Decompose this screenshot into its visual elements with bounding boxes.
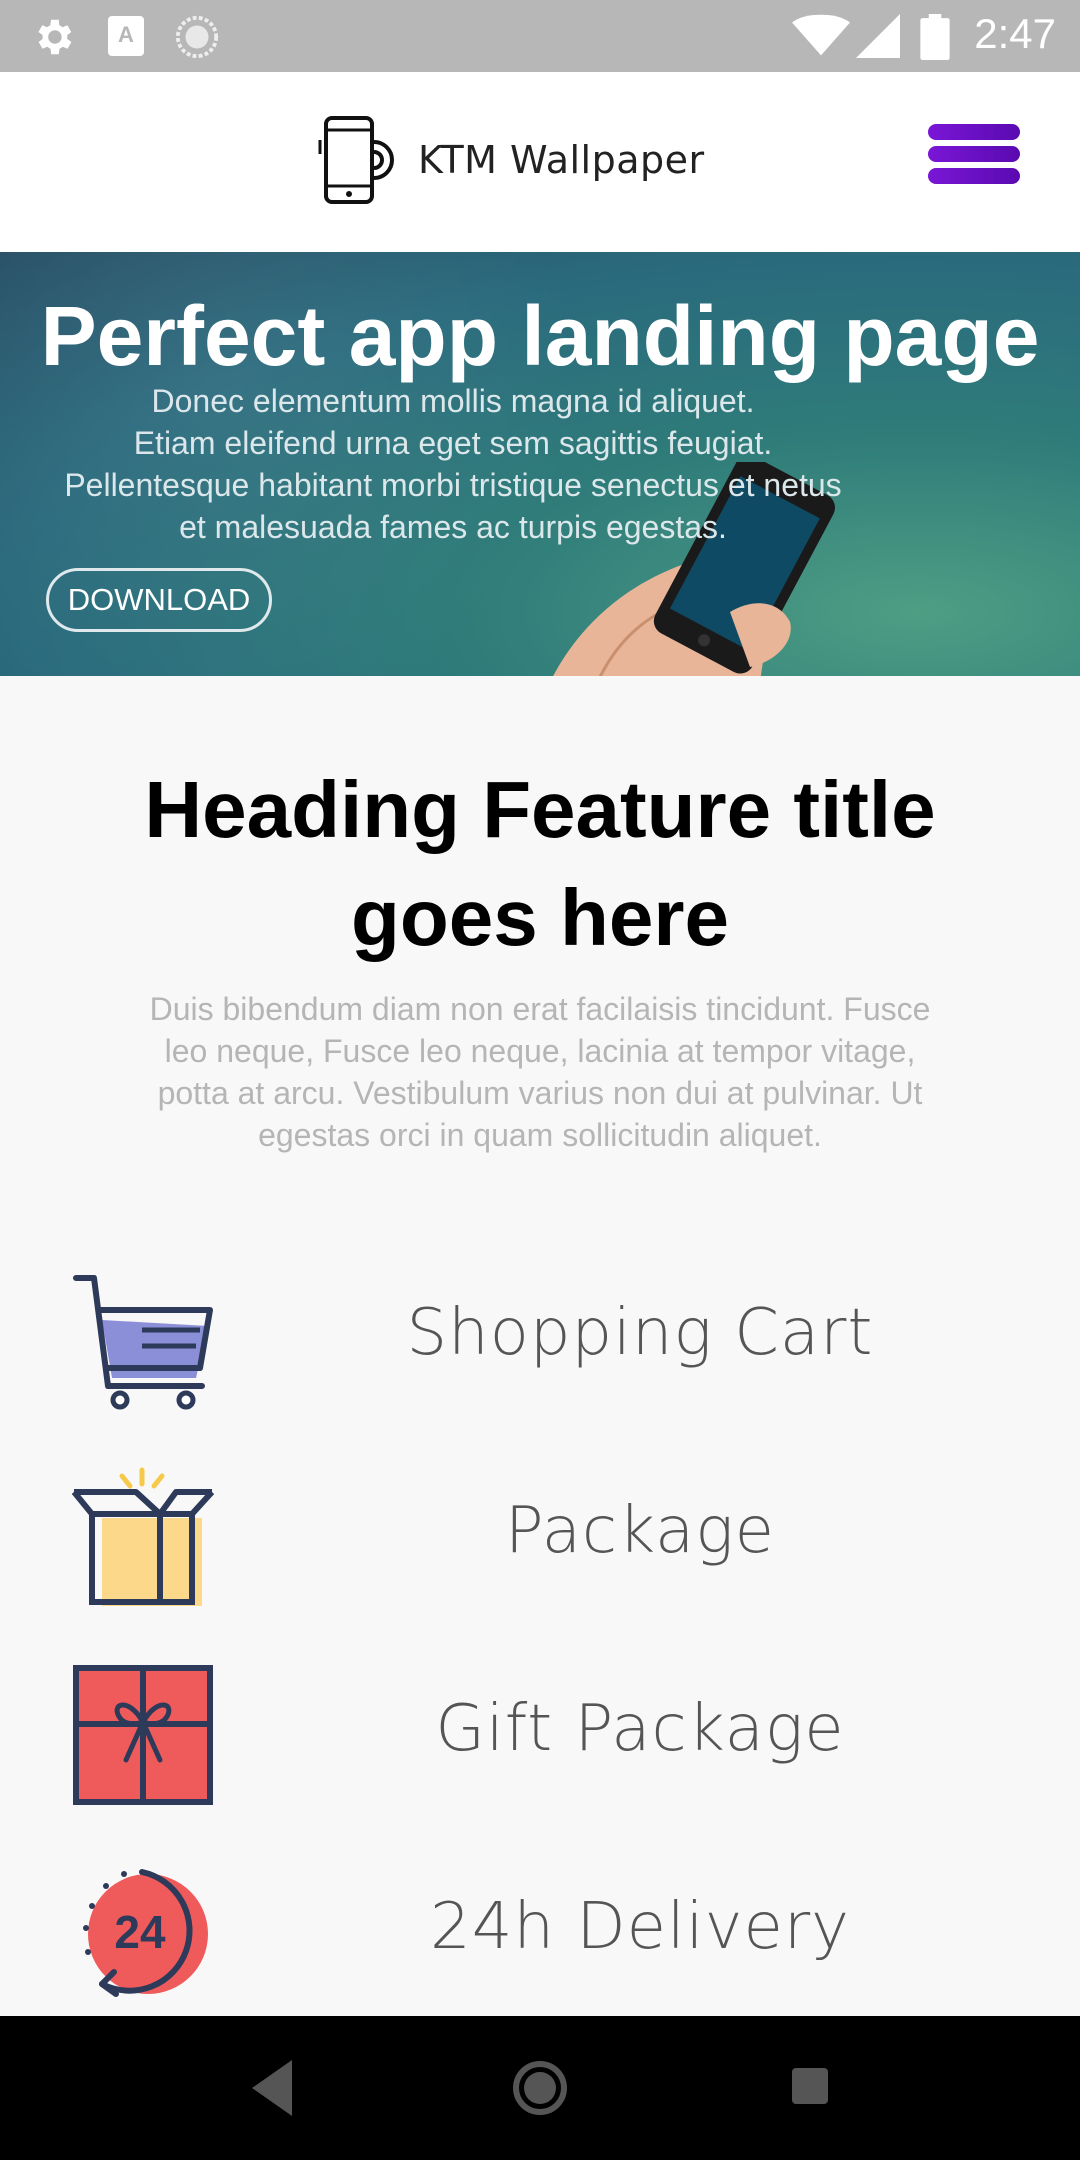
feature-label: Package <box>504 1494 776 1568</box>
feature-label: 24h Delivery <box>430 1890 850 1964</box>
hero-title: Perfect app landing page <box>40 289 1040 383</box>
app-logo[interactable]: KTM Wallpaper <box>318 114 705 206</box>
feature-label: Shopping Cart <box>406 1296 874 1370</box>
svg-text:24: 24 <box>114 1906 166 1958</box>
hero-subtitle-line: Etiam eleifend urna eget sem sagittis fe… <box>133 425 773 461</box>
menu-bar-icon <box>928 168 1020 184</box>
feature-description-line: egestas orci in quam sollicitudin alique… <box>258 1117 822 1153</box>
hero-banner: Perfect app landing page Donec elementum… <box>0 252 1080 676</box>
shopping-cart-icon <box>73 1275 213 1410</box>
battery-icon <box>920 14 950 60</box>
feature-item-shopping-cart[interactable]: Shopping Cart <box>0 1248 1080 1418</box>
back-icon[interactable] <box>244 2052 300 2124</box>
app-header: KTM Wallpaper <box>0 72 1080 252</box>
home-icon[interactable] <box>508 2052 572 2124</box>
phone-logo-icon <box>318 116 394 204</box>
hero-subtitle-line: et malesuada fames ac turpis egestas. <box>179 509 727 545</box>
feature-item-24h-delivery[interactable]: 24 24h Delivery <box>0 1842 1080 2012</box>
feature-item-package[interactable]: Package <box>0 1446 1080 1616</box>
svg-text:A: A <box>118 22 134 47</box>
feature-label: Gift Package <box>435 1692 845 1766</box>
circle-loader-icon <box>175 15 219 59</box>
signal-icon <box>856 14 900 58</box>
menu-bar-icon <box>928 124 1020 140</box>
feature-description-line: Duis bibendum diam non erat facilaisis t… <box>149 991 931 1027</box>
download-button[interactable]: DOWNLOAD <box>46 568 272 632</box>
feature-description-line: potta at arcu. Vestibulum varius non dui… <box>157 1075 923 1111</box>
delivery-24h-icon: 24 <box>83 1869 208 1997</box>
app-name: KTM Wallpaper <box>418 138 705 182</box>
clock: 2:47 <box>974 10 1056 57</box>
status-bar: A 2:47 <box>0 0 1080 72</box>
hero-subtitle: Donec elementum mollis magna id aliquet.… <box>28 380 878 548</box>
hamburger-menu-button[interactable] <box>928 124 1020 196</box>
gear-icon <box>38 19 72 55</box>
hero-subtitle-line: Pellentesque habitant morbi tristique se… <box>64 467 842 503</box>
system-navigation-bar <box>0 2016 1080 2160</box>
wifi-icon <box>792 14 850 56</box>
hero-subtitle-line: Donec elementum mollis magna id aliquet. <box>151 383 755 419</box>
feature-item-gift-package[interactable]: Gift Package <box>0 1644 1080 1814</box>
font-a-icon: A <box>108 16 144 56</box>
recents-icon[interactable] <box>790 2052 830 2124</box>
feature-description-line: leo neque, Fusce leo neque, lacinia at t… <box>164 1033 916 1069</box>
feature-description: Duis bibendum diam non erat facilaisis t… <box>110 988 970 1156</box>
menu-bar-icon <box>928 146 1020 162</box>
feature-heading-line: Heading Feature title <box>144 765 936 854</box>
gift-icon <box>73 1665 213 1805</box>
package-box-icon <box>72 1467 214 1606</box>
feature-heading-line: goes here <box>351 873 729 962</box>
feature-heading: Heading Feature title goes here <box>40 756 1040 972</box>
